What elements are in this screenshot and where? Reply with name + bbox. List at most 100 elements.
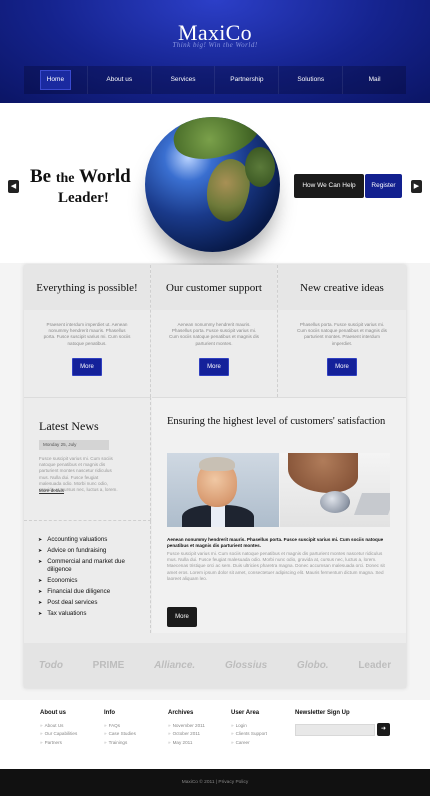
news-title: Latest News [39, 419, 99, 433]
footer-column-about: About us About Us Our Capabilities Partn… [40, 710, 77, 747]
latest-news: Latest News Monday 25, July Fusce suscip… [24, 397, 151, 521]
footer-link[interactable]: FAQs [104, 722, 136, 730]
article-image [167, 453, 390, 527]
footer-heading: User Area [231, 710, 260, 716]
footer-heading: Newsletter Sign Up [295, 710, 350, 716]
service-item[interactable]: ➤ Commercial and market due diligence [38, 558, 138, 574]
service-label: Commercial and market due diligence [47, 558, 125, 573]
nav-item-services[interactable]: Services [150, 66, 215, 94]
nav-item-solutions[interactable]: Solutions [278, 66, 342, 94]
more-button[interactable]: More [199, 358, 229, 376]
service-item[interactable]: ➤ Tax valuations [38, 610, 138, 618]
arrow-left-icon[interactable]: ◀ [8, 180, 19, 193]
feature-article: Ensuring the highest level of customers'… [152, 397, 406, 633]
services-list: ➤ Accounting valuations ➤ Advice on fundra… [24, 521, 151, 633]
feature-text: Aenean nonummy hendrerit mauris. Phasell… [169, 322, 259, 346]
footer-link[interactable]: Case Studies [104, 730, 136, 738]
footer-link[interactable]: Login [231, 722, 267, 730]
nav-item-mail[interactable]: Mail [342, 66, 406, 94]
service-label: Post deal services [47, 599, 98, 606]
how-we-can-help-button[interactable]: How We Can Help [294, 174, 364, 198]
content-panel: Everything is possible! Praesent interdu… [24, 265, 406, 688]
arrow-right-icon: ➤ [38, 578, 43, 584]
footer-link[interactable]: November 2011 [168, 722, 205, 730]
footer-heading: Info [104, 710, 115, 716]
arrow-right-icon: ➤ [38, 589, 43, 595]
partner-logo[interactable]: Alliance. [154, 660, 195, 671]
service-item[interactable]: ➤ Advice on fundraising [38, 547, 138, 555]
footer-link[interactable]: October 2011 [168, 730, 205, 738]
hero-slider: ◀ Be the World Leader! How We Can Help R… [0, 103, 430, 263]
arrow-right-icon: ➤ [38, 600, 43, 606]
feature-box: Everything is possible! Praesent interdu… [24, 265, 151, 397]
footer-bar: MaxiCo © 2011 | Privacy Policy [0, 769, 430, 796]
footer-column-archives: Archives November 2011 October 2011 May … [168, 710, 205, 747]
more-button[interactable]: More [167, 607, 197, 627]
partner-logo[interactable]: Glossius [225, 660, 267, 671]
partner-logos: Todo PRIME Alliance. Glossius Globo. Lea… [24, 643, 406, 688]
partner-logo[interactable]: Todo [39, 660, 63, 671]
headline-word: Leader! [58, 190, 109, 206]
footer-link[interactable]: Career [231, 739, 267, 747]
more-details-link[interactable]: More details [39, 488, 64, 493]
globe-image [145, 117, 280, 252]
footer-heading: Archives [168, 710, 194, 716]
footer-link[interactable]: Our Capabilities [40, 730, 78, 738]
arrow-right-icon: ➤ [38, 559, 43, 565]
arrow-right-icon: ➤ [38, 611, 43, 617]
headline-word: Be [30, 166, 52, 187]
feature-box: New creative ideas Phasellus porta. Fusc… [278, 265, 406, 397]
service-label: Tax valuations [47, 610, 87, 617]
register-button[interactable]: Register [365, 174, 402, 198]
nav-item-partnership[interactable]: Partnership [214, 66, 278, 94]
copyright-text: MaxiCo © 2011 | Privacy Policy [181, 780, 249, 785]
nav-item-label: Home [39, 70, 72, 90]
service-item[interactable]: ➤ Financial due diligence [38, 588, 138, 596]
footer-link[interactable]: About Us [40, 722, 77, 730]
feature-text: Phasellus porta. Fusce suscipit varius m… [297, 322, 387, 346]
footer-heading: About us [40, 710, 66, 716]
headline-word: World [78, 166, 131, 187]
news-date: Monday 25, July [39, 440, 109, 450]
service-label: Accounting valuations [47, 536, 108, 543]
arrow-right-icon[interactable]: ➜ [377, 723, 390, 736]
arrow-right-icon[interactable]: ▶ [411, 180, 422, 193]
footer-link[interactable]: Partners [40, 739, 77, 747]
service-label: Economics [47, 577, 78, 584]
arrow-right-icon: ➤ [38, 548, 43, 554]
newsletter-email-input[interactable] [295, 724, 375, 736]
arrow-right-icon: ➤ [38, 537, 43, 543]
footer-link[interactable]: Clients Support [231, 730, 267, 738]
hero-headline: Be the World Leader! [30, 167, 140, 207]
feature-title: Everything is possible! [24, 265, 150, 310]
more-button[interactable]: More [327, 358, 357, 376]
nav-item-home[interactable]: Home [24, 66, 87, 94]
partner-logo[interactable]: Leader [358, 660, 391, 671]
footer-column-user-area: User Area Login Clients Support Career [231, 710, 267, 747]
site-header: MaxiCo Think big! Win the World! Home Ab… [0, 0, 430, 103]
nav-item-about-us[interactable]: About us [86, 66, 151, 94]
partner-logo[interactable]: PRIME [93, 660, 125, 671]
headline-word: the [55, 171, 75, 186]
footer-link[interactable]: May 2011 [168, 739, 205, 747]
service-item[interactable]: ➤ Post deal services [38, 599, 138, 607]
article-title: Ensuring the highest level of customers'… [167, 416, 386, 427]
feature-text: Praesent interdum imperdiet ut. Aenean n… [43, 322, 131, 346]
site-tagline: Think big! Win the World! [172, 41, 258, 49]
article-body: Fusce suscipit varius mi. Cum sociis nat… [167, 551, 385, 581]
service-item[interactable]: ➤ Economics [38, 577, 138, 585]
service-item[interactable]: ➤ Accounting valuations [38, 536, 138, 544]
feature-title: New creative ideas [278, 265, 406, 310]
feature-box: Our customer support Aenean nonummy hend… [151, 265, 278, 397]
site-footer: About us About Us Our Capabilities Partn… [0, 700, 430, 769]
service-label: Financial due diligence [47, 588, 111, 595]
partner-logo[interactable]: Globo. [297, 660, 329, 671]
service-label: Advice on fundraising [47, 547, 107, 554]
footer-column-newsletter: Newsletter Sign Up [295, 710, 350, 722]
article-subtitle: Aenean nonummy hendrerit mauris. Phasell… [167, 537, 384, 548]
main-nav: Home About us Services Partnership Solut… [24, 66, 406, 94]
more-button[interactable]: More [72, 358, 102, 376]
feature-title: Our customer support [151, 265, 277, 310]
footer-column-info: Info FAQs Case Studies Trainings [104, 710, 136, 747]
footer-link[interactable]: Trainings [104, 739, 136, 747]
